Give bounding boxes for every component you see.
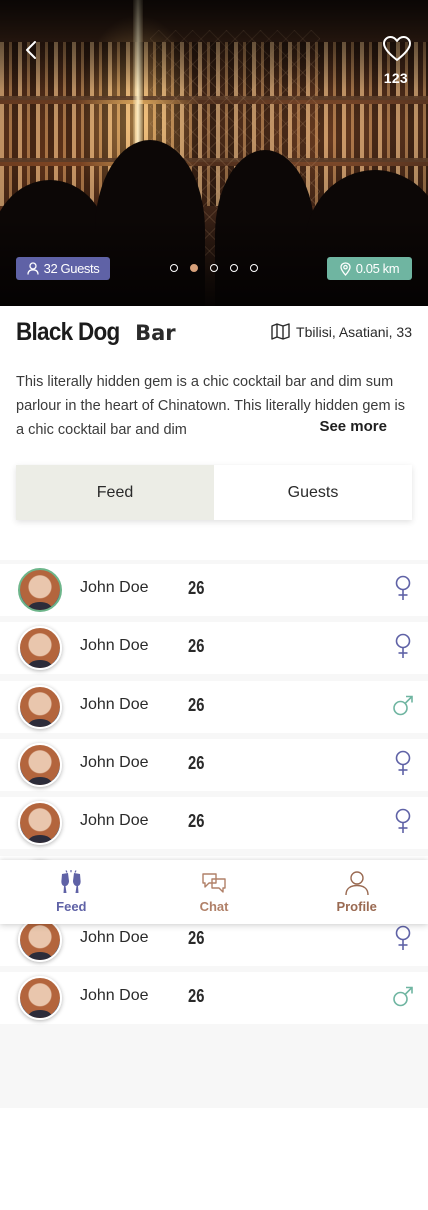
venue-hero-image[interactable]: 123 32 Guests 0.05 km: [0, 0, 428, 306]
venue-type: Bar: [135, 321, 176, 345]
female-symbol-icon: [392, 925, 414, 951]
guest-age: 26: [188, 636, 205, 656]
nav-item-feed[interactable]: Feed: [0, 860, 143, 924]
guest-age: 26: [188, 928, 205, 948]
nav-label-chat: Chat: [199, 899, 229, 914]
avatar-shoulders: [28, 660, 52, 668]
hero-top-shade: [0, 0, 428, 90]
venue-title: Black Dog Bar: [16, 318, 176, 347]
female-symbol-icon: [392, 575, 414, 601]
guest-row[interactable]: John Doe 26: [0, 739, 428, 791]
venue-address-label: Tbilisi, Asatiani, 33: [296, 323, 412, 340]
guest-age: 26: [188, 753, 205, 773]
female-symbol-icon: [392, 633, 414, 659]
guest-age: 26: [188, 986, 205, 1006]
tab-guests[interactable]: Guests: [214, 465, 412, 520]
heart-icon[interactable]: [382, 34, 412, 64]
avatar[interactable]: [18, 685, 62, 729]
guest-row[interactable]: John Doe 26: [0, 681, 428, 733]
cheers-glasses-icon: [61, 870, 81, 893]
guest-name: John Doe: [80, 812, 149, 829]
person-icon: [27, 262, 39, 275]
guest-name: John Doe: [80, 987, 149, 1004]
avatar-shoulders: [28, 1010, 52, 1018]
venue-address[interactable]: Tbilisi, Asatiani, 33: [271, 323, 412, 340]
see-more-link[interactable]: See more: [313, 418, 387, 435]
male-symbol-icon: [392, 692, 414, 718]
nav-item-chat[interactable]: Chat: [143, 860, 286, 924]
person-icon: [344, 871, 369, 896]
carousel-dot-active[interactable]: [190, 264, 198, 272]
avatar[interactable]: [18, 976, 62, 1020]
female-symbol-icon: [392, 808, 414, 834]
carousel-dot[interactable]: [250, 264, 258, 272]
guests-count-label: 32 Guests: [43, 261, 100, 276]
guest-row[interactable]: John Doe 26: [0, 564, 428, 616]
avatar[interactable]: [18, 568, 62, 612]
like-count: 123: [383, 70, 408, 86]
distance-badge[interactable]: 0.05 km: [327, 257, 412, 280]
guest-row[interactable]: John Doe 26: [0, 797, 428, 849]
carousel-dots: [170, 264, 258, 272]
location-pin-icon: [340, 261, 351, 276]
guest-name: John Doe: [80, 754, 149, 771]
guest-age: 26: [188, 578, 205, 598]
guest-name: John Doe: [80, 929, 149, 946]
avatar[interactable]: [18, 743, 62, 787]
nav-item-profile[interactable]: Profile: [285, 860, 428, 924]
guest-name: John Doe: [80, 637, 149, 654]
avatar[interactable]: [18, 801, 62, 845]
carousel-dot[interactable]: [210, 264, 218, 272]
male-symbol-icon: [392, 983, 414, 1009]
avatar[interactable]: [18, 626, 62, 670]
avatar-shoulders: [28, 719, 52, 727]
guests-count-badge[interactable]: 32 Guests: [16, 257, 110, 280]
guest-row[interactable]: John Doe 26: [0, 622, 428, 674]
tab-feed[interactable]: Feed: [16, 465, 214, 520]
venue-name: Black Dog: [16, 318, 120, 346]
guest-row[interactable]: John Doe 26: [0, 972, 428, 1024]
avatar-shoulders: [28, 952, 52, 960]
venue-tabs: Feed Guests: [16, 465, 412, 520]
bottom-nav: Feed Chat Profile: [0, 860, 428, 924]
back-arrow-icon[interactable]: [18, 36, 46, 64]
carousel-dot[interactable]: [230, 264, 238, 272]
map-icon: [271, 323, 290, 340]
guest-age: 26: [188, 695, 205, 715]
guest-age: 26: [188, 811, 205, 831]
chat-bubbles-icon: [202, 873, 226, 893]
nav-label-feed: Feed: [56, 899, 87, 914]
female-symbol-icon: [392, 750, 414, 776]
avatar-shoulders: [28, 835, 52, 843]
guest-name: John Doe: [80, 579, 149, 596]
guest-name: John Doe: [80, 696, 149, 713]
carousel-dot[interactable]: [170, 264, 178, 272]
avatar[interactable]: [18, 918, 62, 962]
avatar-shoulders: [28, 777, 52, 785]
avatar-shoulders: [28, 602, 52, 610]
distance-label: 0.05 km: [355, 261, 400, 276]
nav-label-profile: Profile: [336, 899, 377, 914]
guest-list: John Doe 26 John Doe 26 John Doe 26 John Doe 26…: [0, 560, 428, 1108]
